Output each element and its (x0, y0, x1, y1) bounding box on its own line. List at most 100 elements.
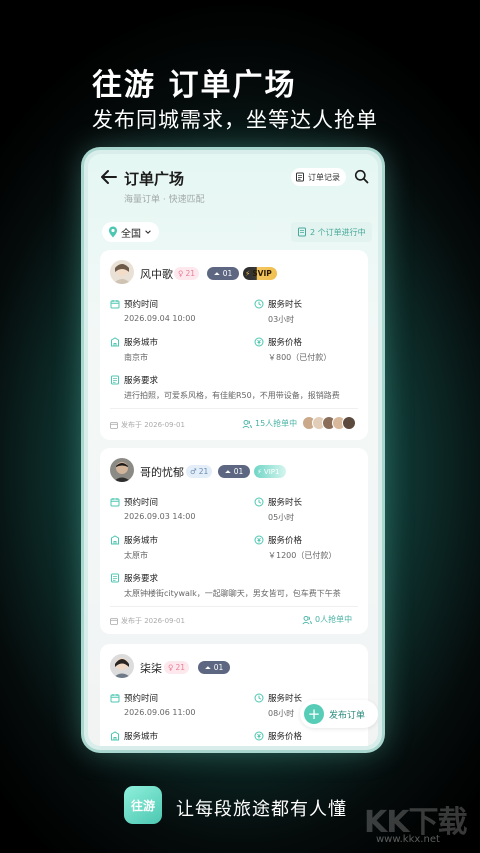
age: 21 (185, 269, 196, 278)
location-filter-value: 全国 (121, 228, 141, 240)
divider (110, 408, 358, 409)
hero-subtitle: 发布同城需求，坐等达人抢单 (92, 108, 378, 132)
level-badge: ⏶ 01 (218, 465, 250, 478)
location-filter[interactable]: 全国 (102, 222, 159, 242)
phone-frame: 订单广场 海量订单 · 快速匹配 订单记录 全国 2 个订单进行中 风中歌 ♀ … (84, 150, 382, 750)
calendar-icon (110, 618, 118, 625)
order-card[interactable]: 柒柒 ♀ 21 ⏶ 01 预约时间 2026.09.06 11:00 服务时长 … (100, 644, 368, 746)
avatar[interactable] (110, 260, 134, 284)
grab-count[interactable]: 0人抢单中 (302, 614, 352, 625)
service-price-label: 服务价格 (254, 730, 302, 742)
posted-date: 发布于 2026-09-01 (110, 616, 185, 626)
level-badge: ⏶ 01 (207, 267, 239, 280)
gender-age-badge: ♂ 21 (186, 465, 213, 478)
clock-icon (254, 299, 264, 309)
service-requirement-value: 进行拍照，可爱系风格，有佳能R50，不用带设备，报销路费 (124, 391, 340, 400)
service-price-label: 服务价格 (254, 534, 302, 546)
calendar-icon (110, 498, 120, 507)
service-duration-value: 05小时 (268, 513, 295, 522)
service-requirement-label: 服务要求 (110, 374, 158, 386)
avatar[interactable] (110, 458, 134, 482)
search-icon[interactable] (354, 169, 369, 184)
username: 柒柒 (140, 662, 162, 675)
service-price-value: ￥1200（已付款） (268, 551, 337, 560)
top-bar: 订单广场 海量订单 · 快速匹配 订单记录 (88, 154, 378, 208)
service-duration-label: 服务时长 (254, 496, 302, 508)
clock-icon (254, 497, 264, 507)
service-duration-label: 服务时长 (254, 298, 302, 310)
service-requirement-label: 服务要求 (110, 572, 158, 584)
location-pin-icon (109, 226, 117, 238)
watermark-url: www.kkx.net (376, 834, 440, 845)
appointment-time-label: 预约时间 (110, 692, 158, 704)
service-price-label: 服务价格 (254, 336, 302, 348)
divider (110, 606, 358, 607)
app-logo-icon: 往游 (124, 786, 162, 824)
order-card[interactable]: 哥的忧郁 ♂ 21 ⏶ 01 ⚡ VIP1 预约时间 2026.09.03 14… (100, 448, 368, 634)
grabber-avatars[interactable] (302, 416, 356, 430)
clock-icon (254, 693, 264, 703)
service-duration-value: 08小时 (268, 709, 295, 718)
page-subtitle: 海量订单 · 快速匹配 (124, 195, 205, 205)
avatar[interactable] (110, 654, 134, 678)
vip-badge: ⚡ VIP1 (254, 465, 286, 478)
service-price-value: ￥800（已付款） (268, 353, 332, 362)
chevron-down-icon (145, 230, 151, 234)
level-icon: ⏶ (213, 268, 220, 278)
order-card[interactable]: 风中歌 ♀ 21 ⏶ 01 ⚡ SVIP 预约时间 2026.09.04 10:… (100, 250, 368, 440)
note-icon (111, 375, 119, 385)
service-duration-label: 服务时长 (254, 692, 302, 704)
level-value: 01 (233, 467, 244, 476)
level-icon: ⏶ (224, 466, 231, 476)
page-title: 订单广场 (124, 170, 185, 188)
grab-count[interactable]: 15人抢单中 (242, 418, 297, 429)
username: 哥的忧郁 (140, 466, 184, 479)
age: 21 (198, 467, 209, 476)
lightning-icon: ⚡ (245, 269, 251, 278)
female-icon: ♀ (168, 663, 174, 672)
appointment-time-value: 2026.09.06 11:00 (124, 708, 196, 717)
app-screen: 订单广场 海量订单 · 快速匹配 订单记录 全国 2 个订单进行中 风中歌 ♀ … (88, 154, 378, 746)
service-city-value: 南京市 (124, 353, 148, 362)
publish-order-button[interactable]: + 发布订单 (300, 700, 378, 728)
price-icon (254, 535, 264, 545)
price-icon (254, 337, 264, 347)
posted-date: 发布于 2026-09-01 (110, 420, 185, 430)
price-icon (254, 731, 264, 741)
female-icon: ♀ (178, 269, 184, 278)
appointment-time-label: 预约时间 (110, 298, 158, 310)
back-arrow-icon[interactable] (100, 168, 118, 186)
gender-age-badge: ♀ 21 (164, 661, 190, 674)
users-icon (302, 615, 312, 624)
order-record-label: 订单记录 (308, 172, 340, 182)
service-requirement-value: 太原钟楼街citywalk，一起聊聊天，男女皆可，包车费下午茶 (124, 589, 341, 598)
level-icon: ⏶ (204, 662, 211, 672)
building-icon (111, 535, 119, 545)
orders-in-progress-label: 2 个订单进行中 (310, 227, 366, 237)
svip-badge: ⚡ SVIP (243, 267, 277, 280)
level-badge: ⏶ 01 (198, 661, 230, 674)
order-record-button[interactable]: 订单记录 (291, 168, 346, 186)
level-value: 01 (222, 269, 233, 278)
plus-icon: + (304, 704, 324, 724)
gender-age-badge: ♀ 21 (174, 267, 200, 280)
tagline: 让每段旅途都有人懂 (176, 799, 347, 820)
avatar (342, 416, 356, 430)
vip-label: VIP1 (263, 467, 280, 476)
service-city-label: 服务城市 (110, 534, 158, 546)
lightning-icon: ⚡ (257, 467, 262, 476)
appointment-time-value: 2026.09.04 10:00 (124, 314, 196, 323)
service-duration-value: 03小时 (268, 315, 295, 324)
svip-label: SVIP (252, 269, 272, 278)
note-icon (111, 573, 119, 583)
orders-in-progress-indicator[interactable]: 2 个订单进行中 (291, 222, 372, 242)
service-city-label: 服务城市 (110, 336, 158, 348)
publish-order-label: 发布订单 (329, 710, 366, 721)
calendar-icon (110, 300, 120, 309)
appointment-time-value: 2026.09.03 14:00 (124, 512, 196, 521)
calendar-icon (110, 694, 120, 703)
username: 风中歌 (140, 268, 173, 281)
building-icon (111, 731, 119, 741)
list-icon (298, 227, 306, 237)
service-city-value: 太原市 (124, 551, 148, 560)
